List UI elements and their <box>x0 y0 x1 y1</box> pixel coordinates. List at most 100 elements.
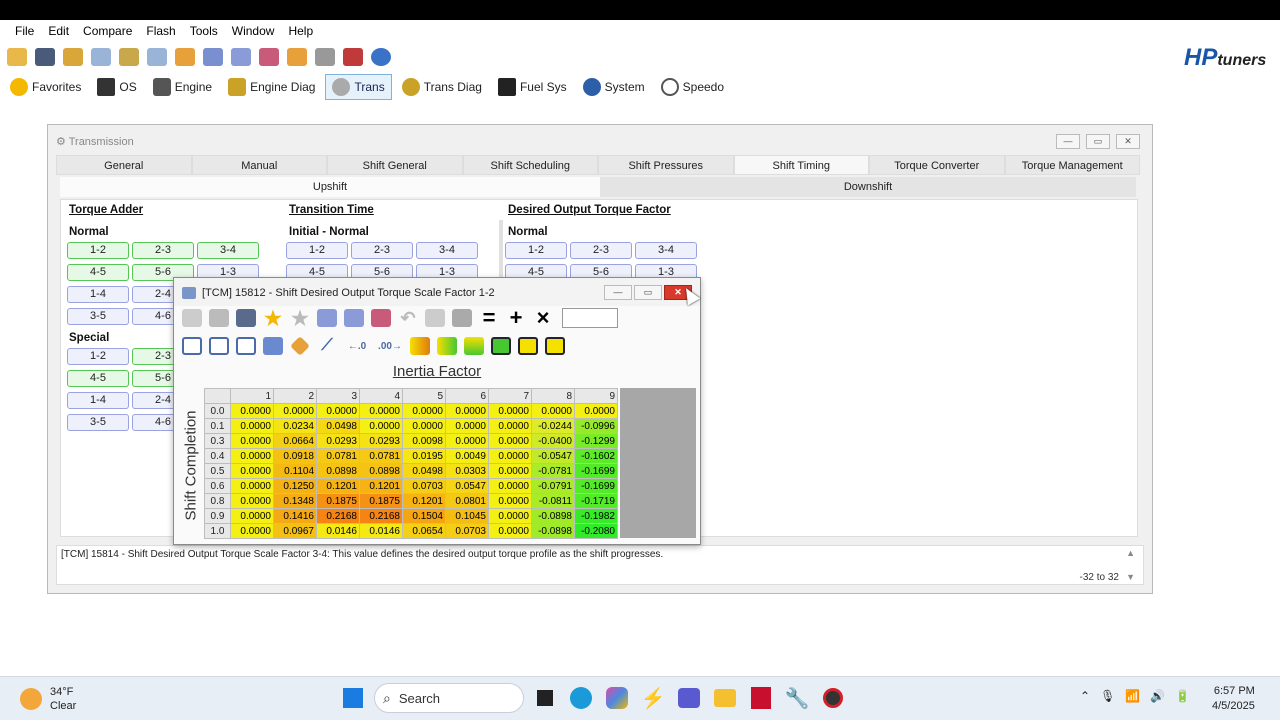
tt-3-4-button[interactable]: 3-4 <box>416 242 478 259</box>
start-button[interactable] <box>338 683 368 713</box>
table-cell[interactable]: 0.0000 <box>445 403 489 419</box>
table-cell[interactable]: 0.0000 <box>445 418 489 434</box>
table-cell[interactable]: 0.0000 <box>316 403 360 419</box>
table-cell[interactable]: 0.0293 <box>359 433 403 449</box>
ta-normal-1-2-button[interactable]: 1-2 <box>67 242 129 259</box>
graph-button[interactable]: ⟋ <box>315 334 339 358</box>
table-cell[interactable]: 0.0000 <box>488 493 532 509</box>
subtab-downshift[interactable]: Downshift <box>600 177 1136 197</box>
increase-decimal-button[interactable]: .00→ <box>375 334 405 358</box>
favorite-button[interactable]: ★ <box>261 306 285 330</box>
table-cell[interactable]: 0.1348 <box>273 493 317 509</box>
tt-1-2-button[interactable]: 1-2 <box>286 242 348 259</box>
edge-button[interactable] <box>566 683 596 713</box>
nav-os[interactable]: OS <box>91 74 142 100</box>
table-cell[interactable]: 0.1045 <box>445 508 489 524</box>
table-cell[interactable]: 0.0000 <box>488 433 532 449</box>
table-cell[interactable]: 0.1504 <box>402 508 446 524</box>
search-box[interactable]: ⌕ Search <box>374 683 524 713</box>
table-cell[interactable]: 0.0000 <box>402 418 446 434</box>
table-grid-button[interactable] <box>261 334 285 358</box>
table-cell[interactable]: 0.0547 <box>445 478 489 494</box>
tab-shift-general[interactable]: Shift General <box>327 155 463 175</box>
interpolate-v-button[interactable] <box>435 334 459 358</box>
table-cell[interactable]: 0.1201 <box>359 478 403 494</box>
nav-speedo[interactable]: Speedo <box>655 74 730 100</box>
table-cell[interactable]: 0.1201 <box>316 478 360 494</box>
tab-shift-timing[interactable]: Shift Timing <box>733 155 869 175</box>
table-cell[interactable]: 0.0000 <box>402 403 446 419</box>
table-cell[interactable]: -0.0996 <box>574 418 618 434</box>
view-split-h-button[interactable] <box>207 334 231 358</box>
table-cell[interactable]: 0.0498 <box>316 418 360 434</box>
table-cell[interactable]: 0.0781 <box>359 448 403 464</box>
view-split-v-button[interactable] <box>234 334 258 358</box>
select-range-button[interactable] <box>543 334 567 358</box>
add-button[interactable]: + <box>504 305 528 330</box>
tool-button[interactable]: 🔧 <box>782 683 812 713</box>
open-compare-button[interactable] <box>172 44 198 70</box>
dot-3-4-button[interactable]: 3-4 <box>635 242 697 259</box>
table-cell[interactable]: 0.0000 <box>488 478 532 494</box>
table-view3-button[interactable] <box>369 306 393 330</box>
tab-shift-scheduling[interactable]: Shift Scheduling <box>462 155 598 175</box>
table-cell[interactable]: -0.1982 <box>574 508 618 524</box>
table-cell[interactable]: -0.0791 <box>531 478 575 494</box>
table-view-button[interactable] <box>200 44 226 70</box>
table-cell[interactable]: 0.0000 <box>230 508 274 524</box>
open-file-button[interactable] <box>60 44 86 70</box>
ta-normal-3-4-button[interactable]: 3-4 <box>197 242 259 259</box>
view-single-button[interactable] <box>180 334 204 358</box>
table-cell[interactable]: 0.0000 <box>488 463 532 479</box>
decrease-decimal-button[interactable]: ←.0 <box>342 334 372 358</box>
open-button[interactable] <box>180 306 204 330</box>
table-view-button[interactable] <box>315 306 339 330</box>
table-cell[interactable]: 0.0000 <box>445 433 489 449</box>
table-cell[interactable]: 0.0000 <box>488 403 532 419</box>
table-cell[interactable]: -0.2080 <box>574 523 618 539</box>
table-cell[interactable]: 0.0000 <box>230 433 274 449</box>
surface-button[interactable] <box>288 334 312 358</box>
table-cell[interactable]: 0.1201 <box>402 493 446 509</box>
scroll-up-icon[interactable]: ▲ <box>1126 548 1135 558</box>
table-cell[interactable]: 0.0234 <box>273 418 317 434</box>
table-editor-titlebar[interactable]: [TCM] 15812 - Shift Desired Output Torqu… <box>174 278 700 306</box>
table-view3-button[interactable] <box>256 44 282 70</box>
tt-2-3-button[interactable]: 2-3 <box>351 242 413 259</box>
table-cell[interactable]: 0.0000 <box>230 403 274 419</box>
menu-compare[interactable]: Compare <box>76 22 139 42</box>
tab-torque-converter[interactable]: Torque Converter <box>869 155 1005 175</box>
ta-special-1-4-button[interactable]: 1-4 <box>67 392 129 409</box>
compare-info-button[interactable] <box>144 44 170 70</box>
table-cell[interactable]: 0.1875 <box>359 493 403 509</box>
table-cell[interactable]: 0.0703 <box>402 478 446 494</box>
table-cell[interactable]: -0.0811 <box>531 493 575 509</box>
ta-normal-2-3-button[interactable]: 2-3 <box>132 242 194 259</box>
subtab-upshift[interactable]: Upshift <box>60 177 600 197</box>
table-cell[interactable]: 0.0898 <box>316 463 360 479</box>
operation-value-input[interactable] <box>562 308 618 328</box>
menu-flash[interactable]: Flash <box>139 22 182 42</box>
table-cell[interactable]: 0.0195 <box>402 448 446 464</box>
copy-button[interactable] <box>423 306 447 330</box>
table-cell[interactable]: -0.0400 <box>531 433 575 449</box>
weather-widget[interactable]: 34°F Clear <box>20 685 76 713</box>
close-button[interactable]: ✕ <box>1116 134 1140 149</box>
wifi-icon[interactable]: 📶 <box>1125 689 1140 703</box>
vehicle-info-button[interactable] <box>116 44 142 70</box>
menu-file[interactable]: File <box>8 22 41 42</box>
ta-normal-1-4-button[interactable]: 1-4 <box>67 286 129 303</box>
table-cell[interactable]: 0.0898 <box>359 463 403 479</box>
file-explorer-button[interactable] <box>710 683 740 713</box>
table-cell[interactable]: 0.0654 <box>402 523 446 539</box>
nav-system[interactable]: System <box>577 74 651 100</box>
table-cell[interactable]: -0.0898 <box>531 523 575 539</box>
table-cell[interactable]: -0.1719 <box>574 493 618 509</box>
dot-2-3-button[interactable]: 2-3 <box>570 242 632 259</box>
table-cell[interactable]: -0.1602 <box>574 448 618 464</box>
table-cell[interactable]: 0.0146 <box>316 523 360 539</box>
nav-engine-diag[interactable]: Engine Diag <box>222 74 321 100</box>
table-cell[interactable]: 0.0293 <box>316 433 360 449</box>
sync-button[interactable] <box>284 44 310 70</box>
clock[interactable]: 6:57 PM 4/5/2025 <box>1212 684 1255 714</box>
